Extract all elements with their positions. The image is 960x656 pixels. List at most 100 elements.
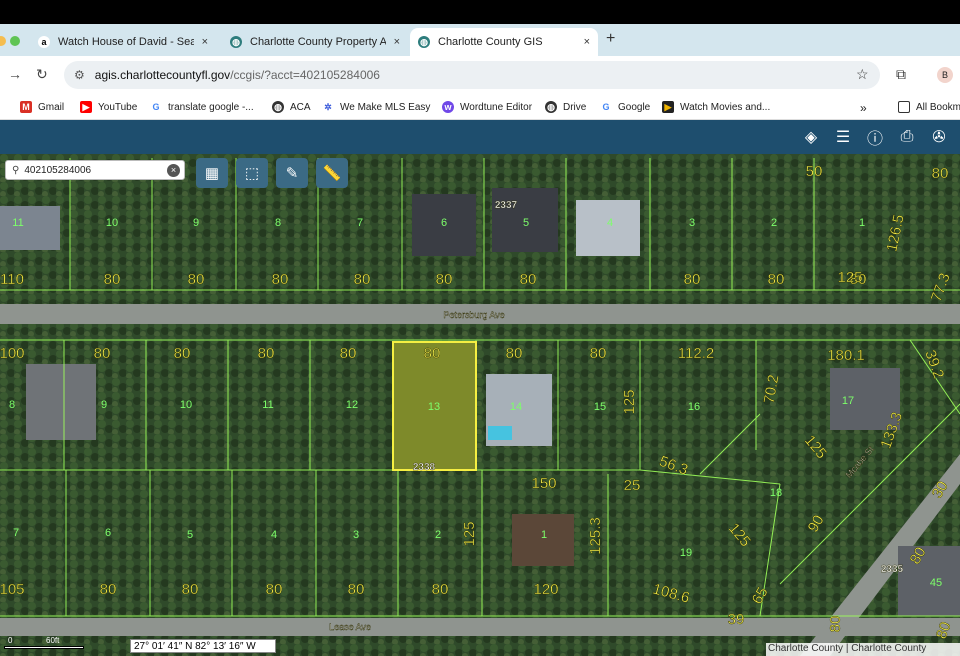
lot-number: 45 bbox=[930, 577, 942, 589]
lot-dimension: 100 bbox=[0, 345, 25, 362]
lot-number: 15 bbox=[594, 401, 606, 413]
bookmark-aca[interactable]: ◍ ACA bbox=[272, 101, 311, 113]
bookmark-label: ACA bbox=[290, 101, 311, 113]
legend-list-icon[interactable]: ☰ bbox=[830, 125, 856, 149]
lot-dimension: 80 bbox=[266, 581, 283, 598]
bookmark-youtube[interactable]: ▶ YouTube bbox=[80, 101, 137, 113]
lot-dimension: 180.1 bbox=[827, 347, 865, 364]
tab-label: Watch House of David - Seas bbox=[58, 36, 194, 48]
lot-number: 3 bbox=[689, 217, 695, 229]
bookmark-label: Google bbox=[618, 101, 651, 113]
lot-dimension: 80 bbox=[684, 271, 701, 288]
lot-dimension: 150 bbox=[531, 475, 556, 492]
bookmark-translate[interactable]: Gtranslate google -... bbox=[150, 101, 254, 113]
map-view[interactable]: 11 10 9 8 7 6 5 4 3 2 1 110 80 80 80 80 80 80 80 80 80 80 50 12… bbox=[0, 154, 960, 656]
address-bar[interactable]: ⚙ agis.charlottecountyfl.gov /ccgis/?acc… bbox=[64, 61, 880, 89]
bookmarks-overflow-button[interactable]: » bbox=[860, 101, 867, 115]
grid-view-icon[interactable]: ▦ bbox=[196, 158, 228, 188]
lot-number: 2 bbox=[771, 217, 777, 229]
forward-icon[interactable]: → bbox=[8, 66, 22, 82]
tab-label: Charlotte County Property Ap bbox=[250, 36, 386, 48]
lot-dimension: 80 bbox=[100, 581, 117, 598]
tab-gis[interactable]: ◍ Charlotte County GIS × bbox=[410, 28, 598, 56]
bookmark-label: YouTube bbox=[98, 101, 138, 113]
tab-close-icon[interactable]: × bbox=[584, 36, 590, 48]
map-attribution: Charlotte County | Charlotte County bbox=[766, 643, 960, 656]
amazon-icon: a bbox=[38, 36, 50, 48]
lot-number: 17 bbox=[842, 395, 854, 407]
info-icon[interactable]: ⓘ bbox=[862, 125, 888, 149]
tab-property-appraiser[interactable]: ◍ Charlotte County Property Ap × bbox=[222, 28, 408, 56]
tab-close-icon[interactable]: × bbox=[394, 36, 400, 48]
coordinate-readout: 27° 01′ 41″ N 82° 13′ 16″ W bbox=[130, 639, 276, 653]
search-input[interactable]: 402105284006 bbox=[24, 165, 91, 176]
lot-dimension: 80 bbox=[182, 581, 199, 598]
parcel-map[interactable]: 11 10 9 8 7 6 5 4 3 2 1110 80 80 80 80 80 80 80 80 80805012… bbox=[0, 154, 960, 656]
folder-icon bbox=[898, 101, 910, 113]
lot-number: 5 bbox=[523, 217, 529, 229]
street-label: Petersburg Ave bbox=[443, 310, 504, 320]
lot-number: 14 bbox=[510, 401, 522, 413]
report-icon[interactable]: ✎ bbox=[276, 158, 308, 188]
lot-dimension: 80 bbox=[590, 345, 607, 362]
lot-dimension: 125 bbox=[461, 521, 478, 546]
lot-number: 9 bbox=[101, 399, 107, 411]
lot-number: 19 bbox=[680, 547, 692, 559]
bookmark-movies[interactable]: ▶ Watch Movies and... bbox=[662, 101, 770, 113]
play-icon: ▶ bbox=[662, 101, 674, 113]
basemap-icon[interactable]: ✇ bbox=[926, 125, 952, 149]
layers-icon[interactable]: ◈ bbox=[798, 125, 824, 149]
google-icon: G bbox=[600, 101, 612, 113]
bookmark-star-icon[interactable]: ☆ bbox=[856, 66, 869, 83]
lot-number: 13 bbox=[428, 401, 440, 413]
lot-dimension: 120 bbox=[533, 581, 558, 598]
lot-dimension: 80 bbox=[188, 271, 205, 288]
lot-number: 10 bbox=[180, 399, 192, 411]
lot-dimension: 105 bbox=[0, 581, 25, 598]
select-area-icon[interactable]: ⬚ bbox=[236, 158, 268, 188]
lot-number: 9 bbox=[193, 217, 199, 229]
lot-number: 11 bbox=[12, 217, 23, 229]
all-bookmarks[interactable]: All Bookm bbox=[898, 101, 960, 113]
bookmark-label: Gmail bbox=[38, 101, 65, 113]
tab-close-icon[interactable]: × bbox=[202, 36, 208, 48]
profile-avatar[interactable]: B bbox=[937, 67, 953, 83]
bookmark-google[interactable]: G Google bbox=[600, 101, 650, 113]
lot-dimension: 125 bbox=[621, 389, 638, 414]
lot-number: 16 bbox=[688, 401, 700, 413]
lot-dimension: 25 bbox=[624, 477, 641, 494]
lot-dimension: 80 bbox=[174, 345, 191, 362]
tab-label: Charlotte County GIS bbox=[438, 36, 543, 48]
bookmark-gmail[interactable]: M Gmail bbox=[20, 101, 64, 113]
globe-icon: ◍ bbox=[418, 36, 430, 48]
extensions-icon[interactable]: ⧉ bbox=[896, 66, 906, 83]
tab-amazon[interactable]: a Watch House of David - Seas × bbox=[30, 28, 216, 56]
house-number: 2337 bbox=[495, 200, 518, 211]
globe-icon: ◍ bbox=[545, 101, 557, 113]
bookmark-drive[interactable]: ◍ Drive bbox=[545, 101, 586, 113]
scale-bar bbox=[4, 646, 84, 649]
lot-dimension: 80 bbox=[932, 165, 949, 182]
site-settings-icon[interactable]: ⚙ bbox=[74, 68, 85, 82]
bookmark-label: Drive bbox=[563, 101, 587, 113]
url-host: agis.charlottecountyfl.gov bbox=[94, 68, 231, 82]
lot-dimension: 80 bbox=[768, 271, 785, 288]
lot-number: 4 bbox=[607, 217, 613, 229]
lot-dimension: 125.3 bbox=[587, 517, 604, 555]
google-icon: G bbox=[150, 101, 162, 113]
bookmark-mls[interactable]: ✲ We Make MLS Easy bbox=[322, 101, 430, 113]
new-tab-button[interactable]: + bbox=[606, 30, 615, 48]
print-icon[interactable]: ⎙ bbox=[894, 125, 920, 149]
reload-icon[interactable]: ↻ bbox=[36, 66, 48, 83]
parcel-search-box[interactable]: ⚲ 402105284006 × bbox=[5, 160, 185, 180]
gmail-icon: M bbox=[20, 101, 32, 113]
globe-icon: ◍ bbox=[272, 101, 284, 113]
measure-icon[interactable]: 📏 bbox=[316, 158, 348, 188]
clear-search-icon[interactable]: × bbox=[167, 164, 180, 177]
bookmark-wordtune[interactable]: w Wordtune Editor bbox=[442, 101, 532, 113]
lot-dimension: 125 bbox=[837, 269, 862, 286]
lot-dimension: 112.2 bbox=[678, 345, 714, 362]
house-number: 2338 bbox=[413, 462, 436, 473]
lot-number: 7 bbox=[13, 527, 19, 539]
window-zoom-dot[interactable] bbox=[10, 36, 20, 46]
